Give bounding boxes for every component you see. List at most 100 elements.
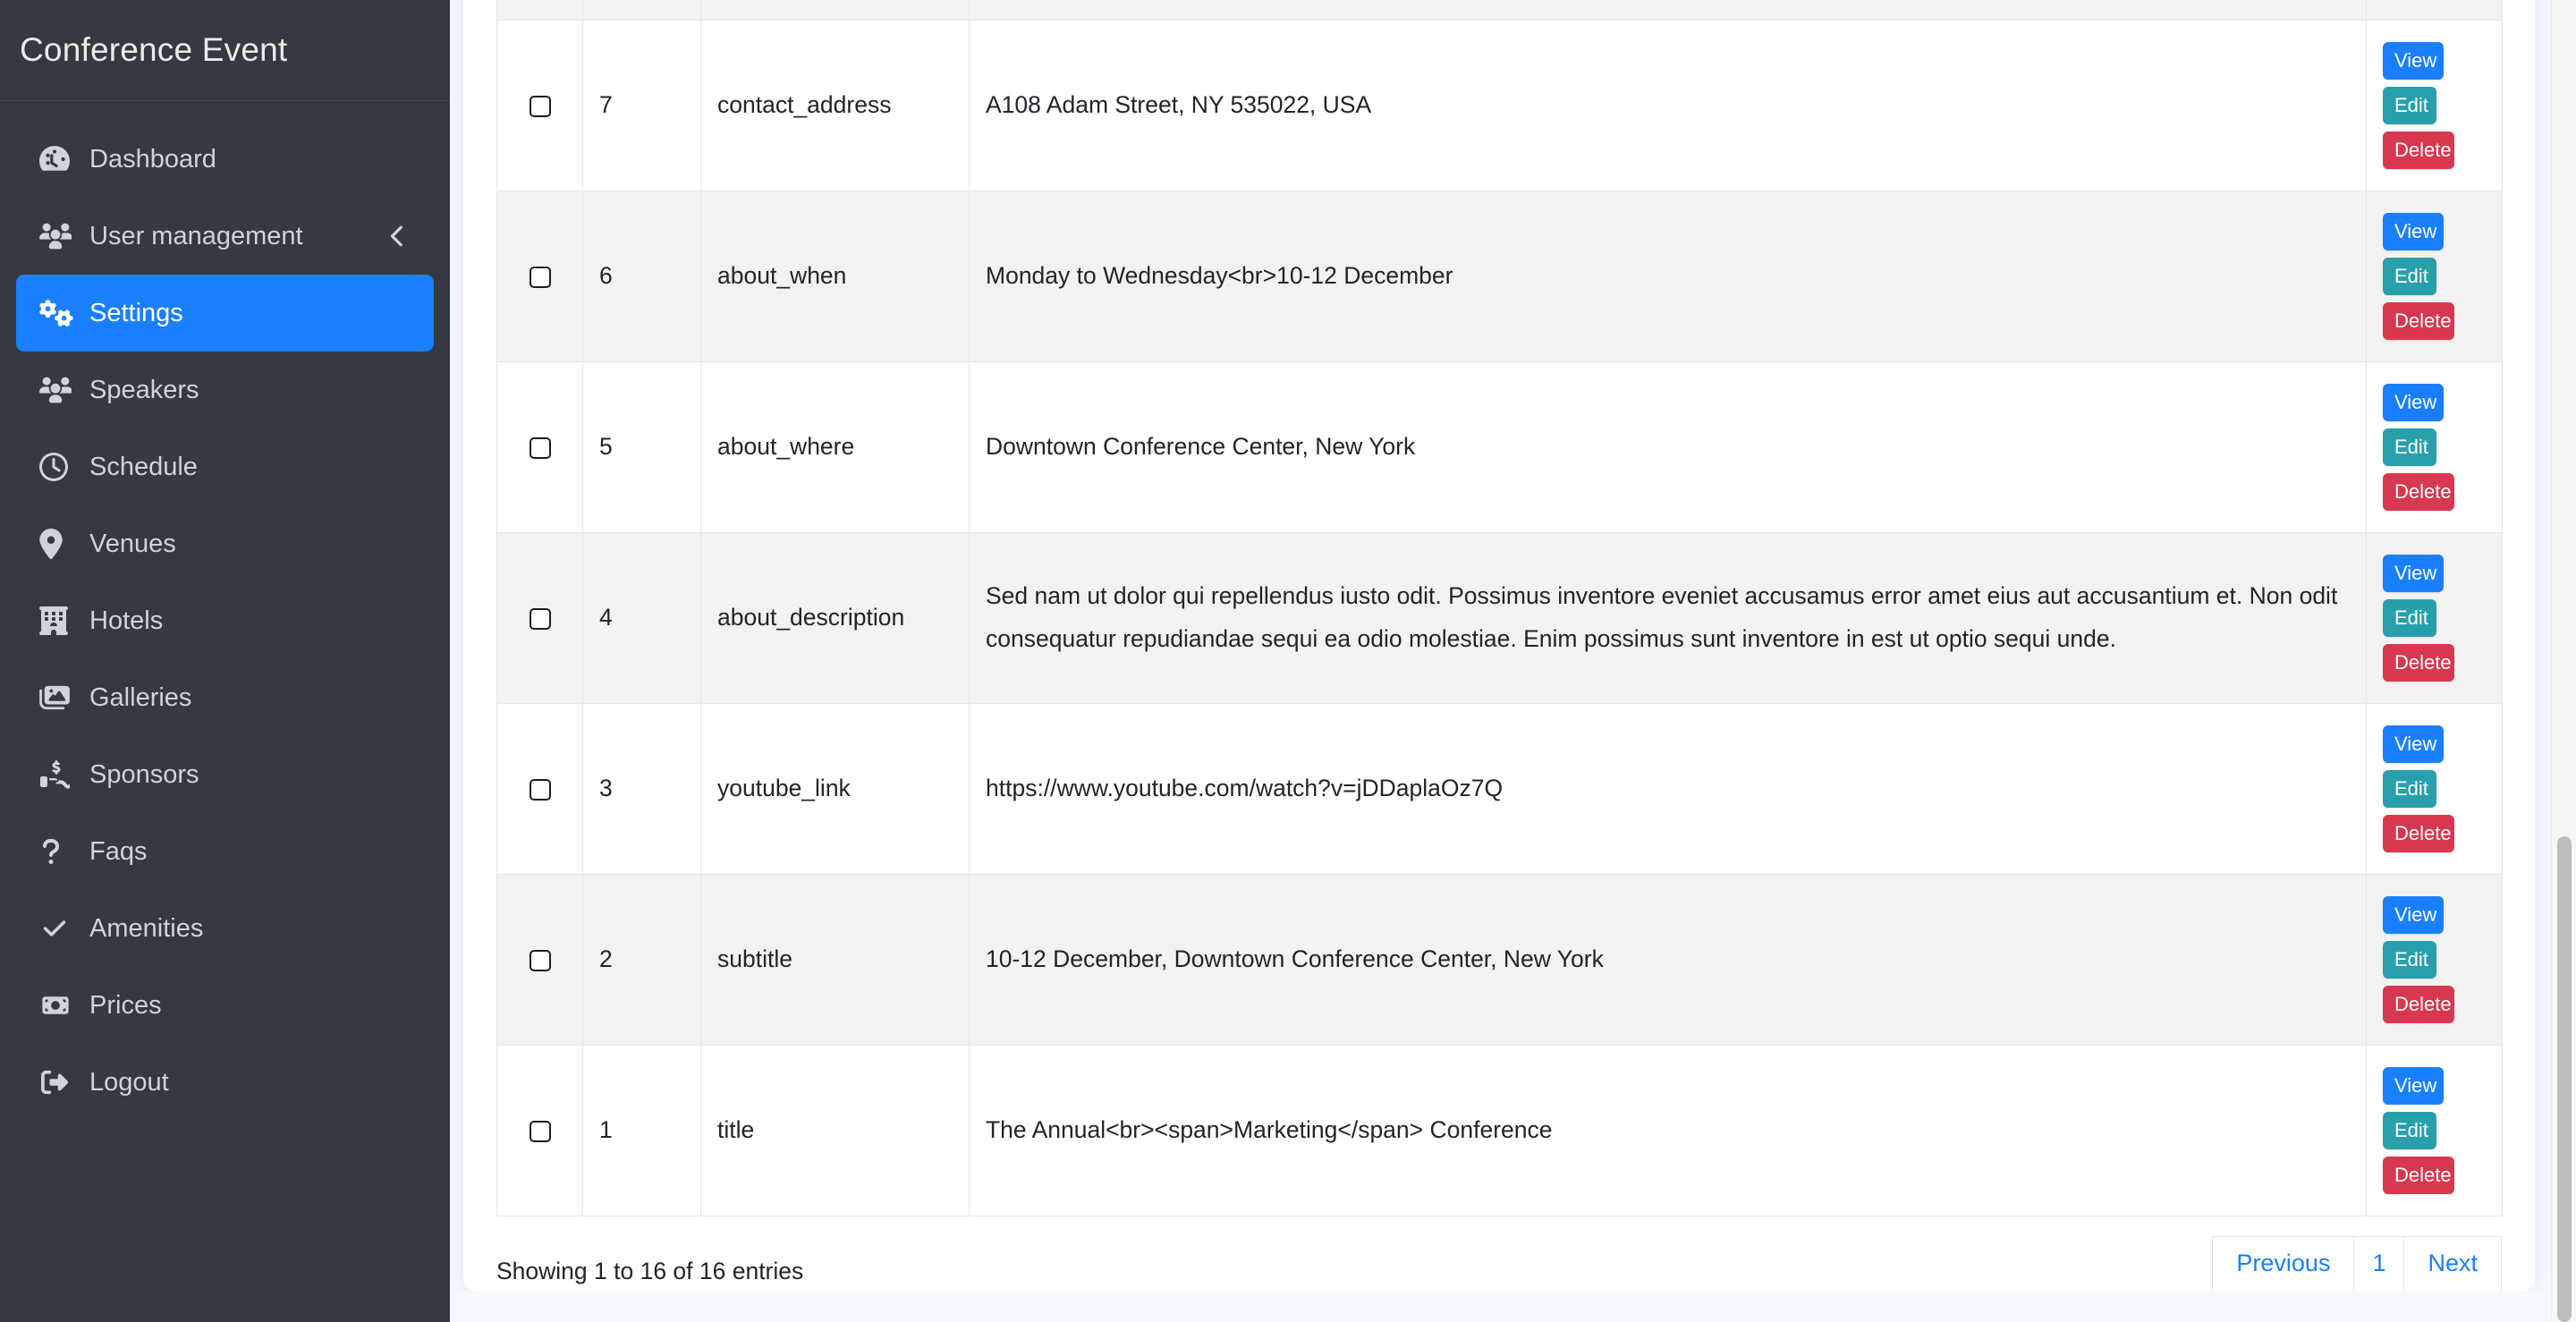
sidebar-item-dashboard[interactable]: Dashboard — [16, 121, 434, 198]
page-scrollbar-track[interactable] — [2551, 0, 2576, 1322]
cell-actions: View Edit Delete — [2367, 874, 2503, 1045]
delete-button[interactable]: Delete — [2383, 1157, 2454, 1194]
edit-button[interactable]: Edit — [2383, 1112, 2436, 1149]
view-button[interactable]: View — [2383, 896, 2444, 934]
row-select-checkbox[interactable] — [530, 96, 551, 117]
delete-button[interactable]: Delete — [2383, 131, 2454, 169]
cell-actions: View Edit Delete — [2367, 361, 2503, 532]
cell-checkbox — [497, 361, 583, 532]
cell-id: 5 — [583, 361, 701, 532]
edit-button[interactable]: Edit — [2383, 258, 2436, 295]
sidebar-item-schedule[interactable]: Schedule — [16, 428, 434, 505]
edit-button[interactable]: Edit — [2383, 87, 2436, 124]
delete-button[interactable]: Delete — [2383, 302, 2454, 340]
cell-actions: View Edit Delete — [2367, 1045, 2503, 1216]
sidebar-item-hotels[interactable]: Hotels — [16, 582, 434, 659]
delete-button[interactable]: Delete — [2383, 815, 2454, 852]
sidebar-item-user-management[interactable]: User management — [16, 198, 434, 275]
sidebar-item-venues[interactable]: Venues — [16, 505, 434, 582]
sidebar-item-logout[interactable]: Logout — [16, 1044, 434, 1121]
sidebar-item-label: Venues — [89, 530, 176, 559]
view-button[interactable]: View — [2383, 42, 2444, 80]
edit-button[interactable]: Edit — [2383, 941, 2436, 979]
money-bill-icon — [39, 994, 86, 1017]
cell-key: about_description — [701, 532, 970, 703]
sidebar-item-speakers[interactable]: Speakers — [16, 352, 434, 428]
cell-id — [583, 0, 701, 20]
sidebar-item-settings[interactable]: Settings — [16, 275, 434, 352]
cell-value — [970, 0, 2367, 20]
table-row-partial — [497, 0, 2503, 20]
cell-value: A108 Adam Street, NY 535022, USA — [970, 20, 2367, 191]
row-select-checkbox[interactable] — [530, 608, 551, 630]
settings-table: 7contact_addressA108 Adam Street, NY 535… — [496, 0, 2503, 1216]
edit-button[interactable]: Edit — [2383, 599, 2436, 637]
sidebar-item-galleries[interactable]: Galleries — [16, 659, 434, 736]
edit-button[interactable]: Edit — [2383, 770, 2436, 808]
row-select-checkbox[interactable] — [530, 950, 551, 971]
cell-key: youtube_link — [701, 703, 970, 874]
sidebar-item-faqs[interactable]: Faqs — [16, 813, 434, 890]
brand-title: Conference Event — [20, 31, 287, 69]
delete-button[interactable]: Delete — [2383, 986, 2454, 1023]
cell-value: The Annual<br><span>Marketing</span> Con… — [970, 1045, 2367, 1216]
showing-entries-info: Showing 1 to 16 of 16 entries — [496, 1258, 803, 1285]
cell-actions: View Edit Delete — [2367, 191, 2503, 361]
sidebar-item-prices[interactable]: Prices — [16, 967, 434, 1044]
cell-value: Monday to Wednesday<br>10-12 December — [970, 191, 2367, 361]
sidebar-item-label: Dashboard — [89, 145, 216, 174]
view-button[interactable]: View — [2383, 384, 2444, 421]
sidebar-item-label: Amenities — [89, 914, 203, 944]
view-button[interactable]: View — [2383, 555, 2444, 592]
sidebar-item-label: Faqs — [89, 837, 147, 867]
table-row: 6about_whenMonday to Wednesday<br>10-12 … — [497, 191, 2503, 361]
gauge-icon — [39, 144, 86, 174]
cell-key — [701, 0, 970, 20]
row-select-checkbox[interactable] — [530, 779, 551, 801]
view-button[interactable]: View — [2383, 1067, 2444, 1105]
page-bottom-strip — [450, 1291, 2551, 1322]
pagination-next[interactable]: Next — [2403, 1236, 2502, 1292]
chevron-left-icon[interactable] — [389, 225, 407, 248]
table-row: 5about_whereDowntown Conference Center, … — [497, 361, 2503, 532]
cell-actions: View Edit Delete — [2367, 532, 2503, 703]
cell-value: 10-12 December, Downtown Conference Cent… — [970, 874, 2367, 1045]
images-icon — [39, 684, 86, 711]
check-icon — [39, 916, 86, 941]
cell-id: 6 — [583, 191, 701, 361]
row-select-checkbox[interactable] — [530, 437, 551, 459]
content-card: 7contact_addressA108 Adam Street, NY 535… — [463, 0, 2535, 1291]
sidebar-brand[interactable]: Conference Event — [0, 0, 450, 101]
sidebar-item-amenities[interactable]: Amenities — [16, 890, 434, 967]
pagination-page-1[interactable]: 1 — [2353, 1236, 2403, 1292]
cell-actions: View Edit Delete — [2367, 703, 2503, 874]
cell-checkbox — [497, 20, 583, 191]
edit-button[interactable]: Edit — [2383, 428, 2436, 466]
view-button[interactable]: View — [2383, 213, 2444, 250]
cell-id: 7 — [583, 20, 701, 191]
cell-id: 3 — [583, 703, 701, 874]
gears-icon — [39, 298, 86, 328]
cell-checkbox — [497, 874, 583, 1045]
row-select-checkbox[interactable] — [530, 1121, 551, 1142]
page-scrollbar-thumb[interactable] — [2557, 836, 2572, 1322]
row-select-checkbox[interactable] — [530, 267, 551, 288]
cell-checkbox — [497, 191, 583, 361]
hand-dollar-icon — [39, 760, 86, 789]
sidebar-item-sponsors[interactable]: Sponsors — [16, 736, 434, 813]
pagination-previous[interactable]: Previous — [2212, 1236, 2353, 1292]
cell-value: Downtown Conference Center, New York — [970, 361, 2367, 532]
cell-key: subtitle — [701, 874, 970, 1045]
sidebar-item-label: Hotels — [89, 606, 163, 636]
map-pin-icon — [39, 529, 86, 559]
cell-key: about_where — [701, 361, 970, 532]
delete-button[interactable]: Delete — [2383, 644, 2454, 682]
delete-button[interactable]: Delete — [2383, 473, 2454, 511]
cell-key: title — [701, 1045, 970, 1216]
users-icon — [39, 221, 86, 251]
view-button[interactable]: View — [2383, 725, 2444, 763]
pagination: Previous 1 Next — [2212, 1236, 2502, 1292]
table-row: 4about_descriptionSed nam ut dolor qui r… — [497, 532, 2503, 703]
cell-key: about_when — [701, 191, 970, 361]
sidebar-item-label: User management — [89, 222, 303, 251]
